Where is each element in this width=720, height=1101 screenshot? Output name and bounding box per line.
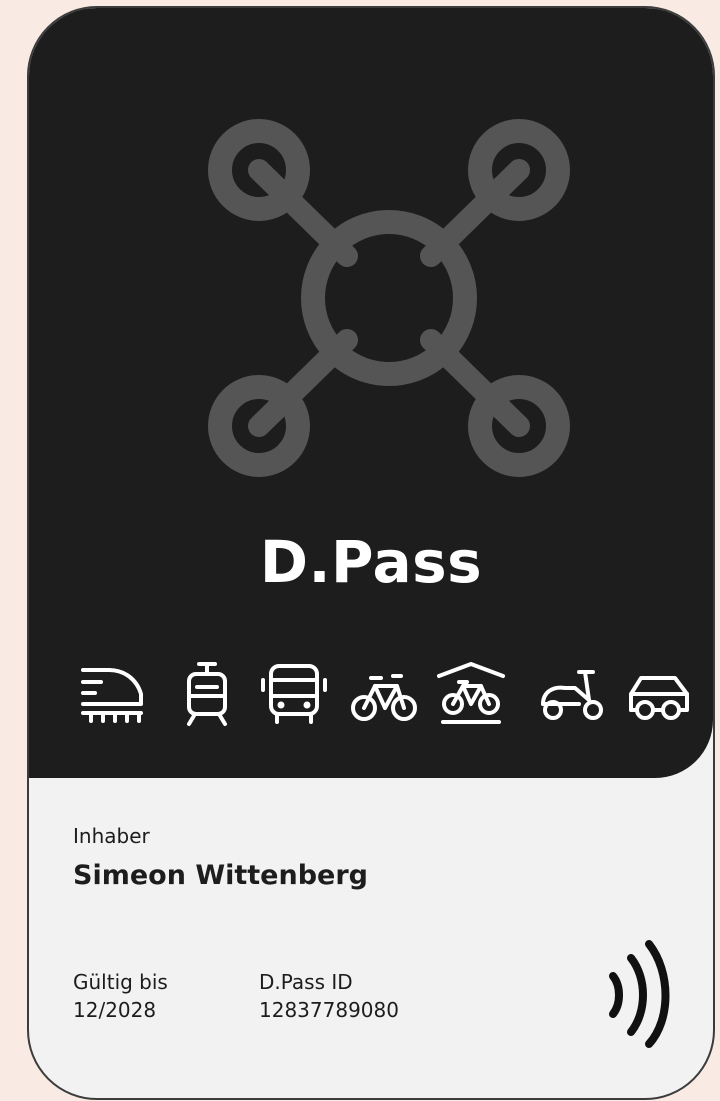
brand-title: D.Pass [259, 528, 483, 596]
tram-icon [187, 662, 227, 726]
card-header: D.Pass [29, 8, 713, 778]
pass-id-label: D.Pass ID [259, 970, 353, 994]
bus-icon [261, 664, 327, 724]
network-logo-icon [208, 119, 570, 477]
valid-until-value: 12/2028 [73, 998, 157, 1022]
high-speed-train-icon [81, 668, 143, 723]
car-icon [629, 676, 689, 720]
bike-icon [351, 674, 417, 721]
e-scooter-icon [541, 670, 603, 720]
pass-id-value: 12837789080 [259, 998, 399, 1022]
pass-card: D.Pass Inhaber Simeon Wittenberg Gültig … [27, 6, 715, 1100]
holder-name: Simeon Wittenberg [73, 860, 368, 891]
bike-sharing-station-icon [437, 662, 505, 724]
transport-modes [79, 660, 689, 728]
valid-until-label: Gültig bis [73, 970, 168, 994]
holder-label: Inhaber [73, 824, 150, 848]
contactless-nfc-icon [609, 940, 670, 1048]
